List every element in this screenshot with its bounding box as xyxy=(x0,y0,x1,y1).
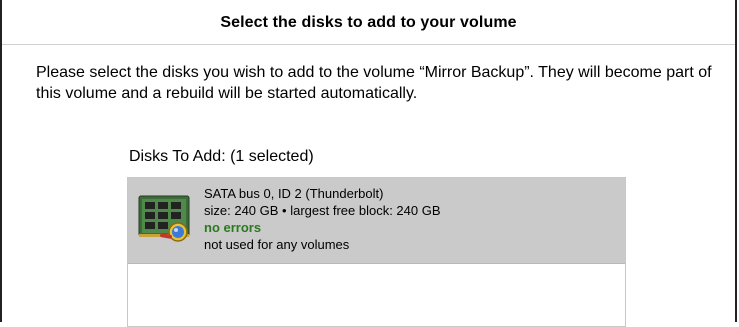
dialog-title: Select the disks to add to your volume xyxy=(220,14,517,31)
disk-details: SATA bus 0, ID 2 (Thunderbolt) size: 240… xyxy=(204,185,441,253)
disk-name: SATA bus 0, ID 2 (Thunderbolt) xyxy=(204,186,384,201)
dialog-window: Select the disks to add to your volume P… xyxy=(0,0,737,327)
disks-to-add-label: Disks To Add: (1 selected) xyxy=(129,148,314,165)
disk-list[interactable]: SATA bus 0, ID 2 (Thunderbolt) size: 240… xyxy=(127,177,626,327)
disk-usage: not used for any volumes xyxy=(204,237,350,252)
disk-row-selected[interactable]: SATA bus 0, ID 2 (Thunderbolt) size: 240… xyxy=(128,178,625,264)
instructions-text: Please select the disks you wish to add … xyxy=(36,64,712,102)
ssd-disk-with-magnifier-icon xyxy=(136,188,198,250)
title-divider xyxy=(2,44,735,45)
disk-size-info: size: 240 GB • largest free block: 240 G… xyxy=(204,203,441,218)
disk-status: no errors xyxy=(204,220,262,235)
